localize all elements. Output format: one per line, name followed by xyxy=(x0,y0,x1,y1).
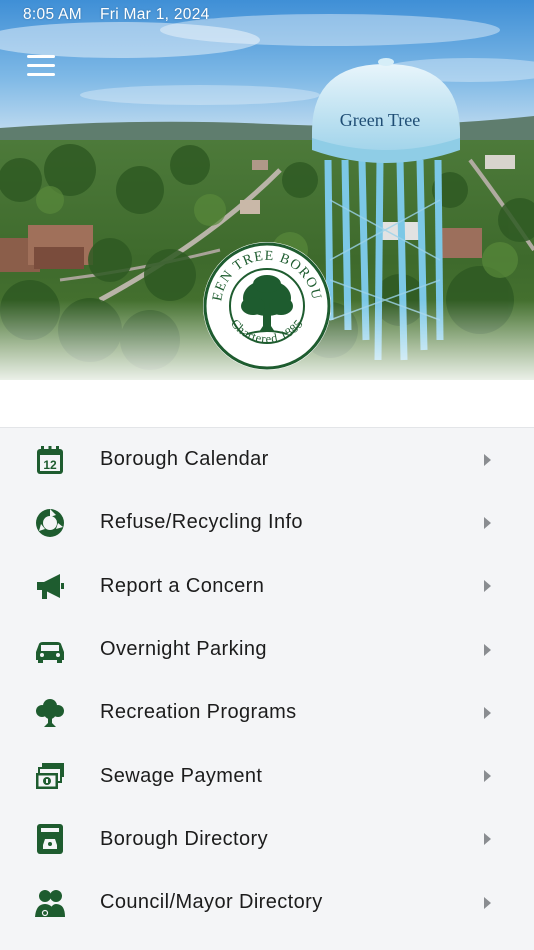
chevron-right-icon xyxy=(484,896,491,909)
hamburger-line xyxy=(27,63,55,67)
hamburger-line xyxy=(27,72,55,76)
chevron-right-icon xyxy=(484,580,491,593)
phone-book-icon xyxy=(32,821,68,857)
status-time: 8:05 AM xyxy=(23,6,82,23)
chevron-right-icon xyxy=(484,706,491,719)
menu-item-recreation-programs[interactable]: Recreation Programs xyxy=(0,681,534,744)
menu-item-council-mayor-directory[interactable]: Council/Mayor Directory xyxy=(0,871,534,934)
menu-item-label: Overnight Parking xyxy=(100,638,267,661)
car-icon xyxy=(32,632,68,668)
water-tower-text: Green Tree xyxy=(339,110,421,130)
recycle-icon xyxy=(32,505,68,541)
megaphone-icon xyxy=(32,568,68,604)
status-date: Fri Mar 1, 2024 xyxy=(99,6,210,23)
menu-item-borough-directory[interactable]: Borough Directory xyxy=(0,808,534,871)
hero-banner: 8:05 AM Fri Mar 1, 2024 Green Tree GREEN… xyxy=(0,0,534,427)
chevron-right-icon xyxy=(484,770,491,783)
menu-item-label: Report a Concern xyxy=(100,574,265,597)
menu-item-borough-calendar[interactable]: 12 Borough Calendar xyxy=(0,428,534,491)
hamburger-icon xyxy=(27,54,55,58)
svg-text:12: 12 xyxy=(43,458,57,472)
people-icon xyxy=(32,885,68,921)
money-icon xyxy=(32,758,68,794)
menu-item-label: Council/Mayor Directory xyxy=(100,891,323,914)
borough-seal: GREEN TREE BOROUGH Chartered 1885 xyxy=(195,229,333,372)
menu-item-refuse-recycling[interactable]: Refuse/Recycling Info xyxy=(0,491,534,554)
menu-item-label: Sewage Payment xyxy=(100,764,263,787)
menu-item-overnight-parking[interactable]: Overnight Parking xyxy=(0,618,534,681)
calendar-icon: 12 xyxy=(32,442,68,478)
chevron-right-icon xyxy=(484,833,491,846)
chevron-right-icon xyxy=(484,453,491,466)
chevron-right-icon xyxy=(484,516,491,529)
main-menu-list: 12 Borough Calendar Refuse/Recycling Inf… xyxy=(0,427,534,950)
hamburger-menu-button[interactable] xyxy=(22,50,62,80)
status-bar: 8:05 AM Fri Mar 1, 2024 xyxy=(23,6,210,26)
chevron-right-icon xyxy=(484,643,491,656)
menu-item-sewage-payment[interactable]: Sewage Payment xyxy=(0,744,534,807)
menu-item-label: Borough Directory xyxy=(100,827,268,850)
menu-item-label: Refuse/Recycling Info xyxy=(100,511,303,534)
tree-icon xyxy=(32,695,68,731)
menu-item-report-concern[interactable]: Report a Concern xyxy=(0,555,534,618)
menu-item-label: Borough Calendar xyxy=(100,448,269,471)
menu-item-label: Recreation Programs xyxy=(100,701,297,724)
